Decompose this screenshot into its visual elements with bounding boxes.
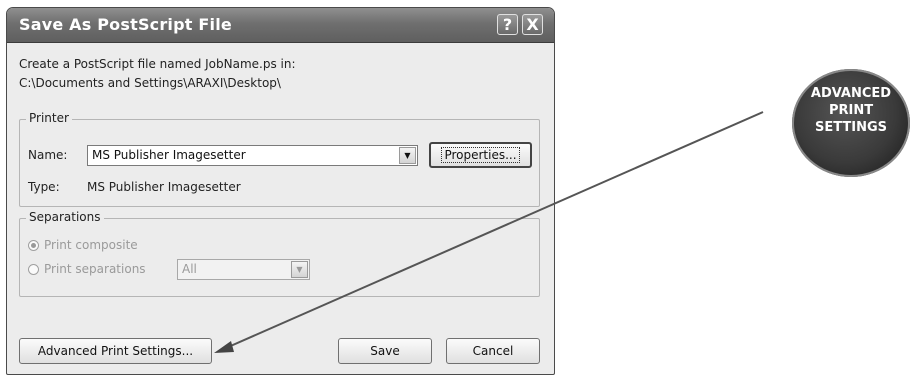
callout-line-3: SETTINGS bbox=[814, 120, 888, 135]
advanced-print-settings-callout: ADVANCED PRINT SETTINGS bbox=[792, 69, 910, 177]
callout-line-1: ADVANCED bbox=[810, 86, 892, 101]
callout-line-2: PRINT bbox=[828, 103, 874, 118]
callout-arrow bbox=[214, 111, 764, 353]
